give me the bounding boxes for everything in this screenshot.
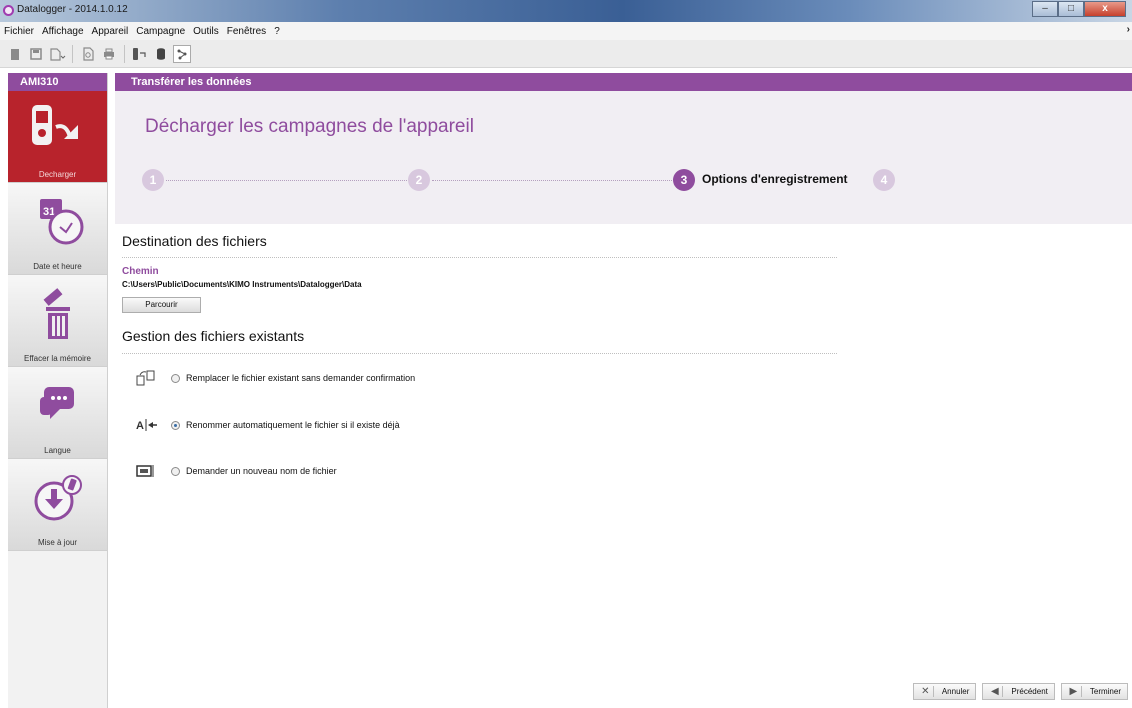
arrow-right-icon: ▶ [1066,686,1082,697]
sidebar-item-label: Effacer la mémoire [24,354,91,363]
export-icon[interactable] [48,45,66,63]
replace-file-icon [135,369,161,387]
minimize-button[interactable]: – [1032,1,1058,17]
maximize-button[interactable]: □ [1058,1,1084,17]
wizard-step-4: 4 [873,169,895,191]
rename-text-icon: A [135,416,161,434]
option-rename-label: Renommer automatiquement le fichier si i… [186,420,400,430]
option-ask-name[interactable]: Demander un nouveau nom de fichier [135,462,337,480]
section-divider [122,257,837,258]
menu-appareil[interactable]: Appareil [88,26,133,37]
radio-replace[interactable] [171,373,180,383]
toolbar [0,40,1132,68]
page-header: Transférer les données [115,73,1132,91]
arrow-left-icon: ◀ [987,686,1004,697]
device-download-toolbar-icon[interactable] [131,45,149,63]
close-icon: ✕ [918,686,934,697]
sidebar-item-mise-a-jour[interactable]: Mise à jour [8,459,107,551]
finish-button[interactable]: ▶ Terminer [1060,683,1128,700]
radio-ask-name[interactable] [171,466,180,476]
previous-button[interactable]: ◀ Précédent [982,683,1055,700]
sidebar-item-label: Mise à jour [37,538,78,547]
wizard-footer: ✕ Annuler ◀ Précédent ▶ Terminer [912,683,1128,700]
cancel-button-label: Annuler [941,687,970,696]
toolbar-divider [72,44,73,63]
wizard-banner: Décharger les campagnes de l'appareil 1 … [115,91,1132,224]
network-icon[interactable] [173,44,191,63]
menu-help[interactable]: ? [270,26,284,37]
sidebar-item-date[interactable]: 31 Date et heure [8,183,107,275]
toolbar-divider [124,44,125,63]
title-bar: Datalogger - 2014.1.0.12 – □ x [0,0,1132,22]
existing-files-section-title: Gestion des fichiers existants [122,328,305,344]
sidebar-item-langue[interactable]: Langue [8,367,107,459]
preview-icon[interactable] [79,45,97,63]
sidebar-item-label: Date et heure [33,262,82,271]
wizard-connector [166,180,407,181]
menu-fichier[interactable]: Fichier [0,26,38,37]
option-replace-label: Remplacer le fichier existant sans deman… [186,373,416,383]
ask-name-icon [135,462,161,480]
menu-outils[interactable]: Outils [189,26,223,37]
sidebar-item-label: Langue [44,446,71,455]
sidebar-item-decharger[interactable]: Decharger [8,91,107,183]
wizard-step-1: 1 [142,169,164,191]
path-label: Chemin [122,266,159,277]
finish-button-label: Terminer [1089,687,1121,696]
cancel-button[interactable]: ✕ Annuler [912,683,977,700]
sidebar-item-effacer[interactable]: Effacer la mémoire [8,275,107,367]
menu-bar: Fichier Affichage Appareil Campagne Outi… [0,22,1132,40]
database-icon[interactable] [152,45,170,63]
menu-overflow-icon[interactable]: › [1127,24,1130,35]
menu-affichage[interactable]: Affichage [38,26,88,37]
svg-text:A: A [136,420,144,432]
sidebar-item-label: Decharger [38,170,77,179]
main-panel: Transférer les données Décharger les cam… [115,73,1132,708]
download-update-icon [26,469,90,532]
wizard-step-3: 3 [673,169,695,191]
browse-button[interactable]: Parcourir [122,297,201,313]
trash-eraser-icon [26,285,90,348]
app-window: Datalogger - 2014.1.0.12 – □ x Fichier A… [0,0,1132,708]
wizard-step-2: 2 [408,169,430,191]
window-title: Datalogger - 2014.1.0.12 [17,4,128,15]
menu-fenetres[interactable]: Fenêtres [223,26,270,37]
option-ask-name-label: Demander un nouveau nom de fichier [186,466,337,476]
calendar-clock-icon: 31 [26,193,90,256]
sidebar: AMI310 Decharger 31 Date et heure Efface… [8,73,108,708]
device-name: AMI310 [8,73,107,91]
save-icon[interactable] [27,45,45,63]
page-title: Décharger les campagnes de l'appareil [145,116,474,137]
path-value: C:\Users\Public\Documents\KIMO Instrumen… [122,280,362,289]
option-replace[interactable]: Remplacer le fichier existant sans deman… [135,369,415,387]
destination-section-title: Destination des fichiers [122,233,267,249]
device-download-icon [26,101,90,164]
window-controls: – □ x [1032,1,1126,17]
speech-bubble-icon [26,377,90,440]
section-divider [122,353,837,354]
radio-rename[interactable] [171,420,180,430]
close-button[interactable]: x [1084,1,1126,17]
wizard-connector [432,180,672,181]
option-rename[interactable]: A Renommer automatiquement le fichier si… [135,416,400,434]
wizard-current-step-label: Options d'enregistrement [702,172,848,186]
open-campaign-icon[interactable] [6,45,24,63]
app-logo-icon [3,5,14,16]
menu-campagne[interactable]: Campagne [132,26,189,37]
print-icon[interactable] [100,45,118,63]
previous-button-label: Précédent [1011,687,1048,696]
